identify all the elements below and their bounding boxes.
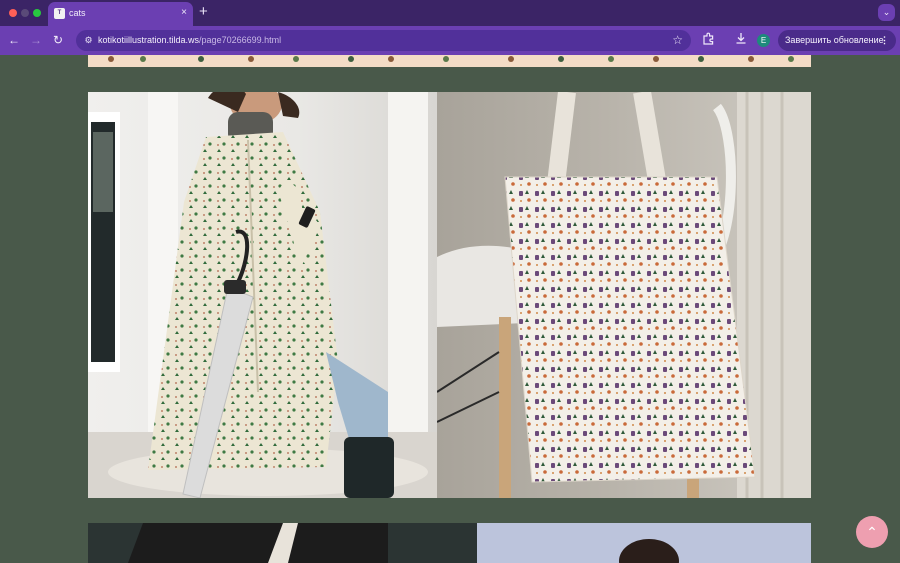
address-bar[interactable]: ⚙ kotikotiillustration.tilda.ws/page7026…: [76, 30, 691, 51]
url-path: /page70266699.html: [199, 35, 282, 45]
site-settings-icon[interactable]: ⚙: [81, 33, 96, 48]
url-domain: kotikotiillustration.tilda.ws: [98, 35, 200, 45]
page-viewport: ⌃: [0, 55, 900, 563]
url-text[interactable]: kotikotiillustration.tilda.ws/page702666…: [98, 35, 281, 45]
window-close-button[interactable]: [9, 9, 17, 17]
finish-update-label: Завершить обновление: [785, 35, 884, 45]
patterned-tote-bag-photo: [437, 92, 811, 498]
scroll-to-top-button[interactable]: ⌃: [856, 516, 888, 548]
forward-arrow-icon[interactable]: →: [28, 32, 44, 48]
tab-search-chevron-icon[interactable]: ⌄: [878, 4, 895, 21]
bookmark-star-icon[interactable]: ☆: [672, 32, 683, 48]
more-vertical-icon[interactable]: ⋮: [880, 30, 889, 51]
bottom-right-photo: [477, 523, 811, 563]
tab-close-icon[interactable]: ×: [181, 7, 187, 19]
window-maximize-button[interactable]: [33, 9, 41, 17]
back-arrow-icon[interactable]: ←: [6, 32, 22, 48]
woman-in-patterned-raincoat-photo: [88, 92, 437, 498]
bottom-left-photo: [88, 523, 477, 563]
window-minimize-button[interactable]: [21, 9, 29, 17]
tab-strip: T cats × + ⌄: [0, 0, 900, 26]
finish-update-button[interactable]: Завершить обновление ⋮: [778, 30, 896, 51]
tilda-favicon-icon: T: [54, 8, 65, 19]
download-icon[interactable]: [733, 32, 749, 48]
extensions-puzzle-icon[interactable]: [700, 32, 716, 48]
browser-toolbar: ← → ↻ ⚙ kotikotiillustration.tilda.ws/pa…: [0, 26, 900, 55]
pattern-banner-strip: [88, 55, 811, 67]
tab-cats[interactable]: T cats ×: [48, 2, 193, 26]
tab-title: cats: [69, 8, 86, 18]
profile-avatar[interactable]: E: [757, 34, 770, 47]
chevron-up-icon: ⌃: [866, 524, 878, 540]
new-tab-button[interactable]: +: [199, 3, 208, 21]
reload-icon[interactable]: ↻: [50, 32, 66, 48]
